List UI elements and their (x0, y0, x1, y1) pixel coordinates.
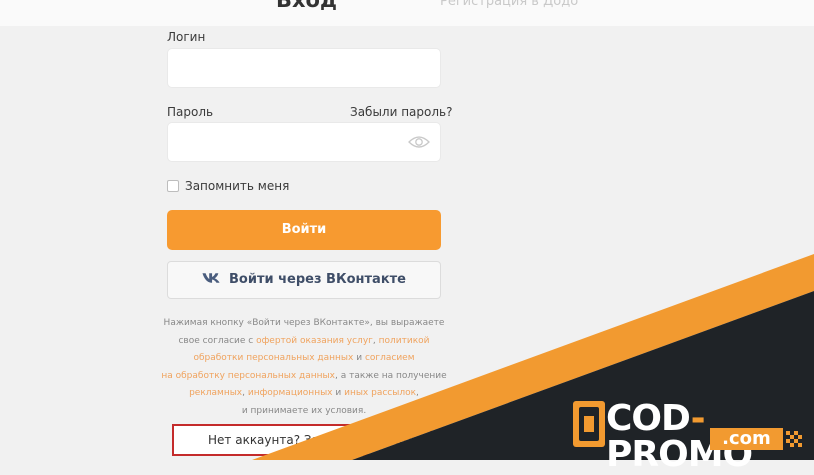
terms-line-1: Нажимая кнопку «Войти через ВКонтакте», … (163, 318, 445, 328)
login-input[interactable] (167, 48, 441, 88)
login-button[interactable]: Войти (167, 210, 441, 250)
terms-text: Нажимая кнопку «Войти через ВКонтакте», … (160, 315, 448, 420)
terms-line-2: свое согласие с офертой оказания услуг, … (160, 333, 448, 351)
policy-link[interactable]: политикой (379, 336, 430, 346)
terms-text-fragment: свое согласие с (178, 335, 257, 346)
register-link[interactable]: Нет аккаунта? Зарегистрироваться (208, 433, 430, 447)
faded-header-text: Регистрация в Додо (440, 0, 579, 9)
terms-line-6: и принимаете их условия. (241, 405, 367, 416)
remember-checkbox[interactable] (167, 180, 179, 192)
terms-line-5: рекламных, информационных и иных рассыло… (160, 385, 448, 403)
vk-logo-icon (202, 273, 220, 283)
top-bar (0, 0, 814, 26)
info-link[interactable]: информационных (248, 388, 333, 398)
remember-label: Запомнить меня (185, 179, 290, 193)
consent-link-cont[interactable]: на обработку персональных данных (161, 371, 335, 381)
consent-link[interactable]: согласием (365, 353, 415, 363)
forgot-password-link[interactable]: Забыли пароль? (350, 105, 452, 119)
brand-dash: - (690, 398, 706, 439)
eye-icon[interactable] (408, 135, 430, 149)
login-label: Логин (167, 30, 206, 44)
policy-link-cont[interactable]: обработки персональных данных (193, 353, 353, 363)
terms-text-fragment: и (332, 388, 345, 398)
terms-text-fragment: , а также на получение (334, 370, 447, 381)
ads-link[interactable]: рекламных (189, 388, 242, 398)
offer-link[interactable]: офертой оказания услуг (256, 336, 373, 346)
brand-domain: .com (710, 428, 783, 450)
vk-login-label: Войти через ВКонтакте (229, 272, 406, 287)
terms-line-3: обработки персональных данных и согласие… (160, 350, 448, 368)
other-mailings-link[interactable]: иных рассылок (344, 388, 416, 398)
terms-text-fragment: и (353, 353, 365, 363)
terms-text-fragment: , (416, 388, 419, 398)
password-label: Пароль (167, 105, 214, 119)
page-title: Вход (276, 0, 337, 12)
terms-line-4: на обработку персональных данных, а такж… (160, 368, 448, 386)
password-input[interactable] (167, 122, 441, 162)
vk-login-button[interactable]: Войти через ВКонтакте (167, 261, 441, 299)
brand-left: COD (606, 398, 692, 439)
register-box[interactable]: Нет аккаунта? Зарегистрироваться (172, 424, 432, 456)
